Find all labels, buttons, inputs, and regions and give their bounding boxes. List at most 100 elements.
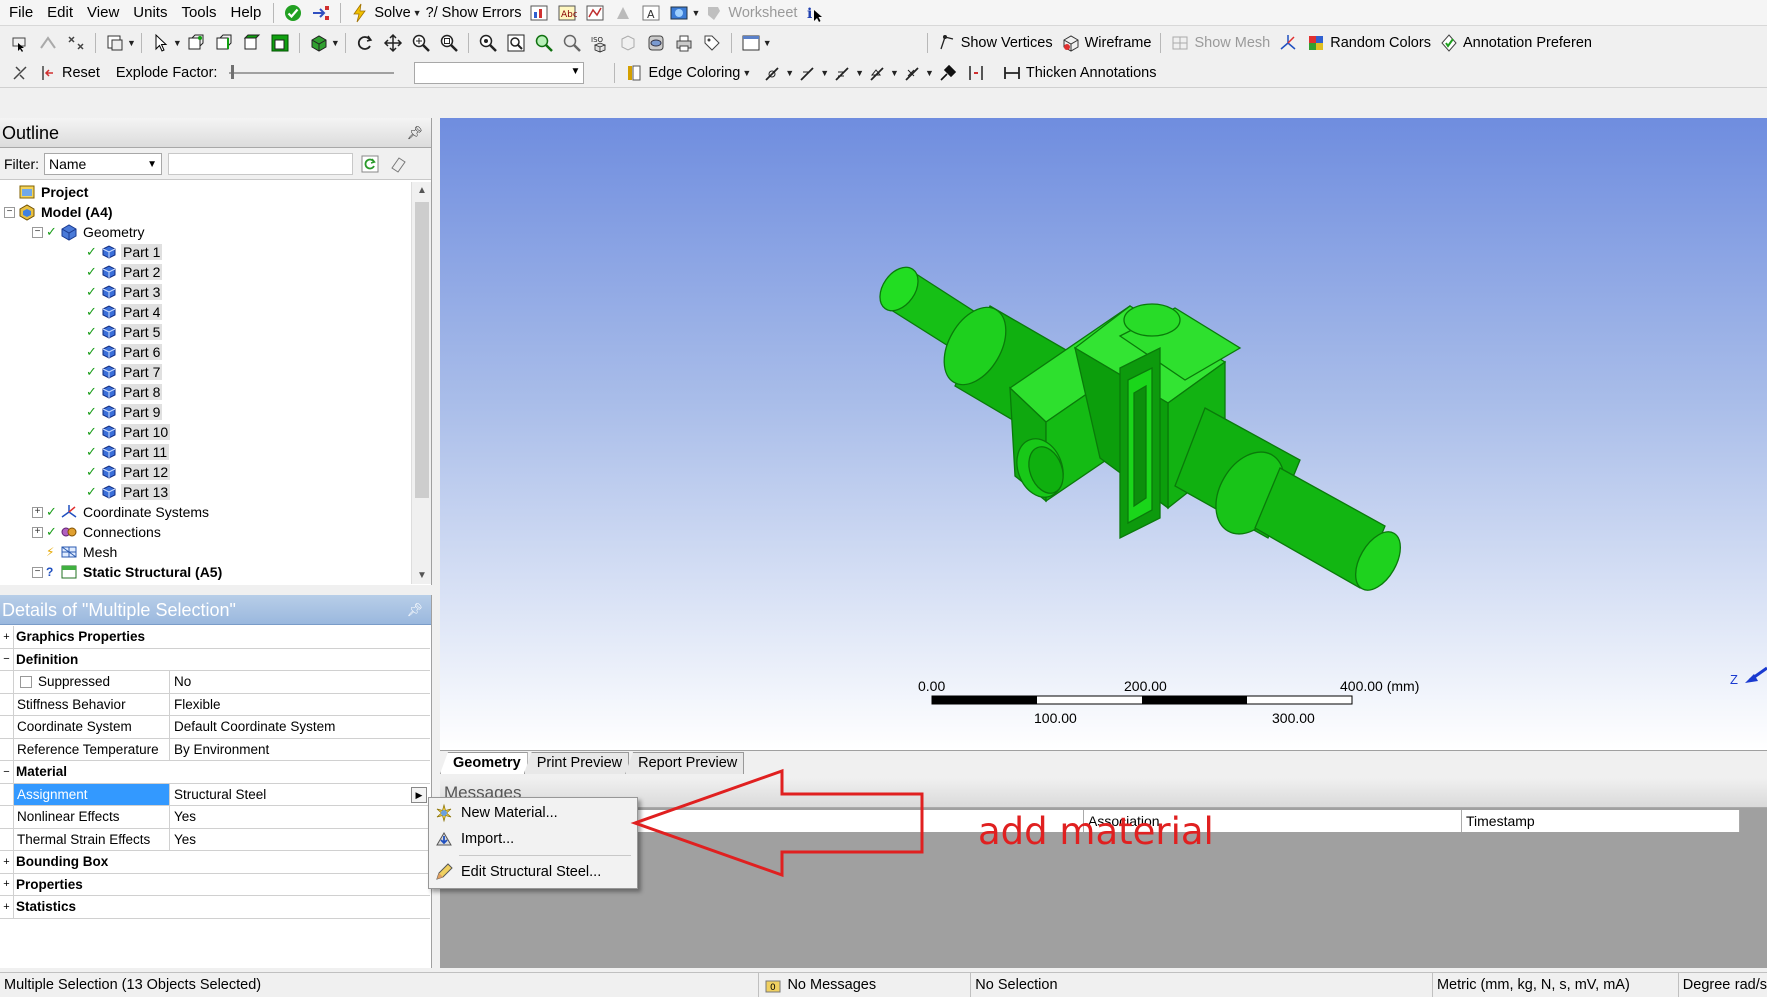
menu-item-import[interactable]: Import... <box>429 826 637 852</box>
tree-node-part-3[interactable]: ✓ Part 3 <box>0 282 410 302</box>
edge-coloring-button[interactable]: Edge Coloring <box>620 61 744 85</box>
pointer-dropdown[interactable]: ▼ <box>173 38 182 48</box>
insert-figure-button[interactable] <box>581 1 609 25</box>
reset-button[interactable]: Reset <box>34 61 104 85</box>
worksheet-button[interactable]: Worksheet <box>700 1 801 25</box>
scroll-up-icon[interactable]: ▲ <box>417 185 427 196</box>
collapse-icon[interactable]: − <box>0 648 14 670</box>
property-thermal-strain[interactable]: Thermal Strain Effects Yes <box>0 828 430 851</box>
tree-node-coordinate-systems[interactable]: + ✓ Coordinate Systems <box>0 502 410 522</box>
edge-style-3-button[interactable] <box>829 61 857 85</box>
explode-view-button[interactable] <box>6 61 34 85</box>
solve-button[interactable]: Solve <box>346 1 414 25</box>
pin-icon[interactable]: 📌︎ <box>406 118 423 148</box>
image-capture-button[interactable] <box>665 1 693 25</box>
tree-node-model[interactable]: − Model (A4) <box>0 202 410 222</box>
category-graphics-properties[interactable]: + Graphics Properties <box>0 626 430 649</box>
tree-node-part-12[interactable]: ✓ Part 12 <box>0 462 410 482</box>
menu-units[interactable]: Units <box>126 0 174 25</box>
tree-node-part-13[interactable]: ✓ Part 13 <box>0 482 410 502</box>
property-assignment[interactable]: Assignment Structural Steel ▶ <box>0 783 430 806</box>
menu-help[interactable]: Help <box>224 0 269 25</box>
tree-node-part-5[interactable]: ✓ Part 5 <box>0 322 410 342</box>
edge-style-2-button[interactable] <box>794 61 822 85</box>
check-mesh-button[interactable] <box>279 1 307 25</box>
iso-view-button[interactable]: ISO <box>586 31 614 55</box>
magnifier-button[interactable] <box>530 31 558 55</box>
close-edges-button[interactable] <box>962 61 990 85</box>
property-nonlinear-effects[interactable]: Nonlinear Effects Yes <box>0 806 430 829</box>
show-vertices-button[interactable]: Show Vertices <box>933 31 1057 55</box>
tree-node-part-10[interactable]: ✓ Part 10 <box>0 422 410 442</box>
select-vertex-button[interactable] <box>182 31 210 55</box>
show-errors-button[interactable]: ?/ Show Errors <box>422 1 526 25</box>
pin-edge-button[interactable] <box>934 61 962 85</box>
expand-icon[interactable]: + <box>0 873 14 895</box>
menu-edit[interactable]: Edit <box>40 0 80 25</box>
tree-node-static-structural[interactable]: −? Static Structural (A5) <box>0 562 410 582</box>
insert-comment-button[interactable]: Abc <box>553 1 581 25</box>
pointer-select-button[interactable] <box>147 31 175 55</box>
collapse-icon[interactable]: − <box>32 226 43 238</box>
zoom-extents-button[interactable] <box>502 31 530 55</box>
set-view-button[interactable] <box>642 31 670 55</box>
selection-filter-dropdown[interactable]: ▼ <box>127 38 136 48</box>
edge-style-1-button[interactable] <box>759 61 787 85</box>
menu-file[interactable]: File <box>0 0 40 25</box>
category-bounding-box[interactable]: + Bounding Box <box>0 851 430 874</box>
collapse-icon[interactable]: − <box>4 206 15 218</box>
annotation-button[interactable]: A <box>637 1 665 25</box>
tree-node-project[interactable]: Project <box>0 182 410 202</box>
graphics-viewport[interactable]: 0.00 200.00 400.00 (mm) 100.00 300.00 Z <box>440 118 1767 750</box>
expand-icon[interactable]: + <box>0 896 14 918</box>
tree-node-part-2[interactable]: ✓ Part 2 <box>0 262 410 282</box>
insert-image-button[interactable] <box>609 1 637 25</box>
pin-icon[interactable]: 📌︎ <box>406 595 423 625</box>
select-edge-button[interactable] <box>210 31 238 55</box>
tag-button[interactable] <box>698 31 726 55</box>
edge-style-5-dropdown[interactable]: ▼ <box>925 68 934 78</box>
insert-chart-button[interactable] <box>525 1 553 25</box>
edge-style-4-button[interactable] <box>864 61 892 85</box>
tree-node-part-11[interactable]: ✓ Part 11 <box>0 442 410 462</box>
tab-geometry[interactable]: Geometry <box>440 752 528 774</box>
property-reference-temperature[interactable]: Reference Temperature By Environment <box>0 738 430 761</box>
edge-style-4-dropdown[interactable]: ▼ <box>890 68 899 78</box>
edge-coloring-dropdown[interactable]: ▼ <box>742 68 751 78</box>
tree-node-geometry[interactable]: − ✓ Geometry <box>0 222 410 242</box>
print-view-button[interactable] <box>670 31 698 55</box>
random-colors-button[interactable]: Random Colors <box>1302 31 1435 55</box>
menu-item-new-material[interactable]: New Material... <box>429 800 637 826</box>
edge-style-5-button[interactable] <box>899 61 927 85</box>
extend-selection-dropdown[interactable]: ▼ <box>331 38 340 48</box>
viewport-dropdown[interactable]: ▼ <box>763 38 772 48</box>
image-dropdown[interactable]: ▼ <box>691 8 700 18</box>
expand-icon[interactable]: + <box>0 851 14 873</box>
status-degrees[interactable]: Degrees <box>1679 973 1731 997</box>
tree-node-part-4[interactable]: ✓ Part 4 <box>0 302 410 322</box>
collapse-icon[interactable]: − <box>0 761 14 783</box>
edge-style-2-dropdown[interactable]: ▼ <box>820 68 829 78</box>
assembly-center-combo[interactable]: ▼ <box>414 61 585 84</box>
select-body-button[interactable] <box>266 31 294 55</box>
category-properties[interactable]: + Properties <box>0 873 430 896</box>
expand-icon[interactable]: + <box>32 506 43 518</box>
thicken-annotations-button[interactable]: Thicken Annotations <box>998 61 1161 85</box>
zoom-to-fit-button[interactable] <box>474 31 502 55</box>
filter-search-input[interactable] <box>168 152 353 175</box>
menu-view[interactable]: View <box>80 0 126 25</box>
collapse-icon[interactable]: − <box>32 566 43 578</box>
previous-view-button[interactable] <box>558 31 586 55</box>
tree-scrollbar[interactable]: ▲ ▼ <box>411 182 431 584</box>
tree-node-part-6[interactable]: ✓ Part 6 <box>0 342 410 362</box>
next-view-button[interactable] <box>614 31 642 55</box>
select-face-button[interactable] <box>238 31 266 55</box>
menu-tools[interactable]: Tools <box>174 0 223 25</box>
tree-node-connections[interactable]: + ✓ Connections <box>0 522 410 542</box>
label-tool-button[interactable] <box>62 31 90 55</box>
edge-style-1-dropdown[interactable]: ▼ <box>785 68 794 78</box>
pan-button[interactable] <box>379 31 407 55</box>
property-suppressed[interactable]: Suppressed No <box>0 671 430 694</box>
universal-joint-model[interactable] <box>440 118 1767 750</box>
status-rads[interactable]: rad/s <box>1731 973 1767 997</box>
